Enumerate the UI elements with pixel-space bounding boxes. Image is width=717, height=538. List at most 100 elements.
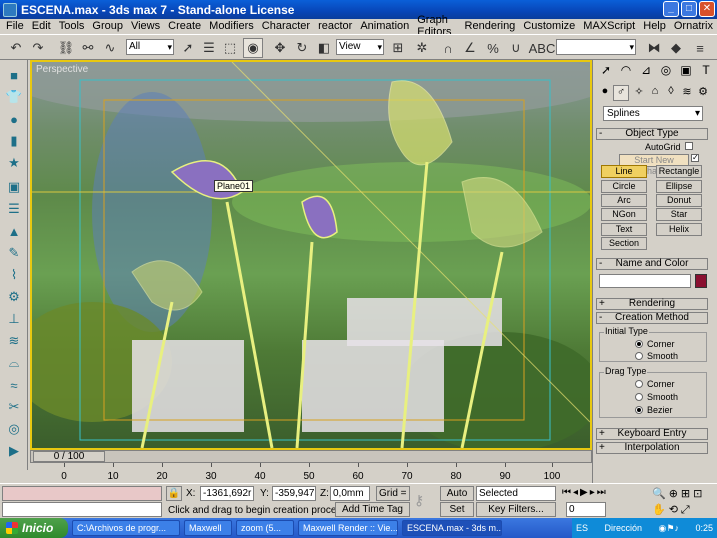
modify-tab-icon[interactable]: ◠ <box>617 63 635 79</box>
taskbar-item-zoom[interactable]: zoom (5... <box>236 520 294 536</box>
close-button[interactable]: ✕ <box>699 1 715 17</box>
drag-smooth-radio[interactable] <box>635 393 643 401</box>
move-icon[interactable]: ✥ <box>270 38 290 58</box>
preview-icon[interactable]: ▶ <box>4 442 24 460</box>
menu-rendering[interactable]: Rendering <box>461 20 520 32</box>
menu-views[interactable]: Views <box>127 20 164 32</box>
stack-icon[interactable]: ☰ <box>4 200 24 218</box>
menu-edit[interactable]: Edit <box>28 20 55 32</box>
object-name-input[interactable] <box>599 274 691 288</box>
spring-icon[interactable]: ⌇ <box>4 266 24 284</box>
menu-maxscript[interactable]: MAXScript <box>579 20 639 32</box>
motion-tab-icon[interactable]: ◎ <box>657 63 675 79</box>
hierarchy-tab-icon[interactable]: ⊿ <box>637 63 655 79</box>
geometry-icon[interactable]: ● <box>597 85 613 101</box>
taskbar-item-maxwell-render[interactable]: Maxwell Render :: Vie... <box>298 520 398 536</box>
menu-ornatrix[interactable]: Ornatrix <box>670 20 717 32</box>
maxscript-listener[interactable] <box>2 486 162 501</box>
fracture-icon[interactable]: ✂ <box>4 398 24 416</box>
spinner-snap-icon[interactable]: ∪ <box>506 38 526 58</box>
scale-icon[interactable]: ◧ <box>314 38 334 58</box>
sphere-icon[interactable]: ● <box>4 110 24 128</box>
window-crossing-icon[interactable]: ◉ <box>243 38 263 58</box>
text-button[interactable]: Text <box>601 223 647 236</box>
creation-method-rollout[interactable]: - Creation Method <box>596 312 708 324</box>
mirror-icon[interactable]: ⧓ <box>644 38 664 58</box>
named-selection-dropdown[interactable] <box>556 39 636 55</box>
menu-help[interactable]: Help <box>639 20 670 32</box>
current-frame-field[interactable]: 0 <box>566 502 606 517</box>
menu-modifiers[interactable]: Modifiers <box>205 20 258 32</box>
section-button[interactable]: Section <box>601 237 647 250</box>
select-link-icon[interactable]: ⛓ <box>56 38 76 58</box>
taskbar-item-3dsmax[interactable]: ESCENA.max - 3ds m... <box>402 520 502 536</box>
snaps-toggle-icon[interactable]: ∩ <box>438 38 458 58</box>
initial-smooth-radio[interactable] <box>635 352 643 360</box>
rigid-body-icon[interactable]: ▣ <box>4 178 24 196</box>
viewport-nav-icons-2[interactable]: ✋⟲⤢ <box>652 503 693 517</box>
helix-button[interactable]: Helix <box>656 223 702 236</box>
reference-coord-dropdown[interactable]: View <box>336 39 384 55</box>
keyboard-entry-rollout[interactable]: + Keyboard Entry <box>596 428 708 440</box>
viewport-nav-icons[interactable]: 🔍⊕⊞⊡ <box>652 487 705 500</box>
align-icon[interactable]: ◆ <box>666 38 686 58</box>
redo-icon[interactable]: ↷ <box>28 38 48 58</box>
z-coordinate-field[interactable]: 0,0mm <box>330 486 370 501</box>
maxscript-input[interactable] <box>2 502 162 517</box>
playback-controls[interactable]: ⏮◂▶▸⏭ <box>562 487 608 498</box>
toy-car-icon[interactable]: ⌓ <box>4 354 24 372</box>
ngon-button[interactable]: NGon <box>601 208 647 221</box>
percent-snap-icon[interactable]: % <box>483 38 503 58</box>
menu-group[interactable]: Group <box>88 20 127 32</box>
hinge-icon[interactable]: ⊥ <box>4 310 24 328</box>
star-icon[interactable]: ★ <box>4 154 24 172</box>
menu-create[interactable]: Create <box>164 20 205 32</box>
rotate-icon[interactable]: ↻ <box>292 38 312 58</box>
tray-icons[interactable]: ◉⚑♪ <box>659 523 679 534</box>
cone-icon[interactable]: ▲ <box>4 222 24 240</box>
address-bar-label[interactable]: Dirección <box>605 523 643 533</box>
drag-bezier-radio[interactable] <box>635 406 643 414</box>
start-button[interactable]: Inicio <box>0 518 68 538</box>
cameras-icon[interactable]: ⌂ <box>647 85 663 101</box>
display-tab-icon[interactable]: ▣ <box>677 63 695 79</box>
auto-key-button[interactable]: Auto Key <box>440 486 474 512</box>
taskbar-item-maxwell[interactable]: Maxwell <box>184 520 232 536</box>
initial-corner-radio[interactable] <box>635 340 643 348</box>
gear-icon[interactable]: ⚙ <box>4 288 24 306</box>
box-icon[interactable]: ■ <box>4 66 24 84</box>
rendering-rollout[interactable]: + Rendering <box>596 298 708 310</box>
edit-named-selection-icon[interactable]: ABC <box>529 38 556 58</box>
minimize-button[interactable]: _ <box>663 1 679 17</box>
start-new-shape-checkbox[interactable]: ✓ <box>691 154 699 162</box>
perspective-viewport[interactable]: Perspective Plane01 <box>30 60 592 450</box>
x-coordinate-field[interactable]: -1361,692r <box>200 486 254 501</box>
menu-file[interactable]: File <box>2 20 28 32</box>
water-icon[interactable]: ≈ <box>4 376 24 394</box>
create-tab-icon[interactable]: ➚ <box>597 63 615 79</box>
autogrid-checkbox[interactable] <box>685 142 693 150</box>
select-object-icon[interactable]: ➚ <box>178 38 198 58</box>
helpers-icon[interactable]: ◊ <box>663 85 679 101</box>
add-time-tag-button[interactable]: Add Time Tag <box>335 502 410 517</box>
maximize-button[interactable]: □ <box>681 1 697 17</box>
star-button[interactable]: Star <box>656 208 702 221</box>
space-warps-icon[interactable]: ≋ <box>679 85 695 101</box>
name-color-rollout[interactable]: - Name and Color <box>596 258 708 270</box>
selection-filter-dropdown[interactable]: All <box>126 39 174 55</box>
menu-tools[interactable]: Tools <box>55 20 89 32</box>
select-manipulate-icon[interactable]: ✲ <box>412 38 432 58</box>
set-key-button[interactable]: Set Key <box>440 502 474 528</box>
shapes-icon[interactable]: ♂ <box>613 85 629 101</box>
systems-icon[interactable]: ⚙ <box>695 85 711 101</box>
menu-character[interactable]: Character <box>258 20 314 32</box>
layer-manager-icon[interactable]: ≡ <box>690 38 710 58</box>
cloth-icon[interactable]: 👕 <box>4 88 24 106</box>
line-button[interactable]: Line <box>601 165 647 178</box>
taskbar-item-cmd[interactable]: C:\Archivos de progr... <box>72 520 180 536</box>
pivot-icon[interactable]: ⊞ <box>388 38 408 58</box>
arc-button[interactable]: Arc <box>601 194 647 207</box>
utilities-tab-icon[interactable]: T <box>697 63 715 79</box>
wind-icon[interactable]: ≋ <box>4 332 24 350</box>
ellipse-button[interactable]: Ellipse <box>656 180 702 193</box>
